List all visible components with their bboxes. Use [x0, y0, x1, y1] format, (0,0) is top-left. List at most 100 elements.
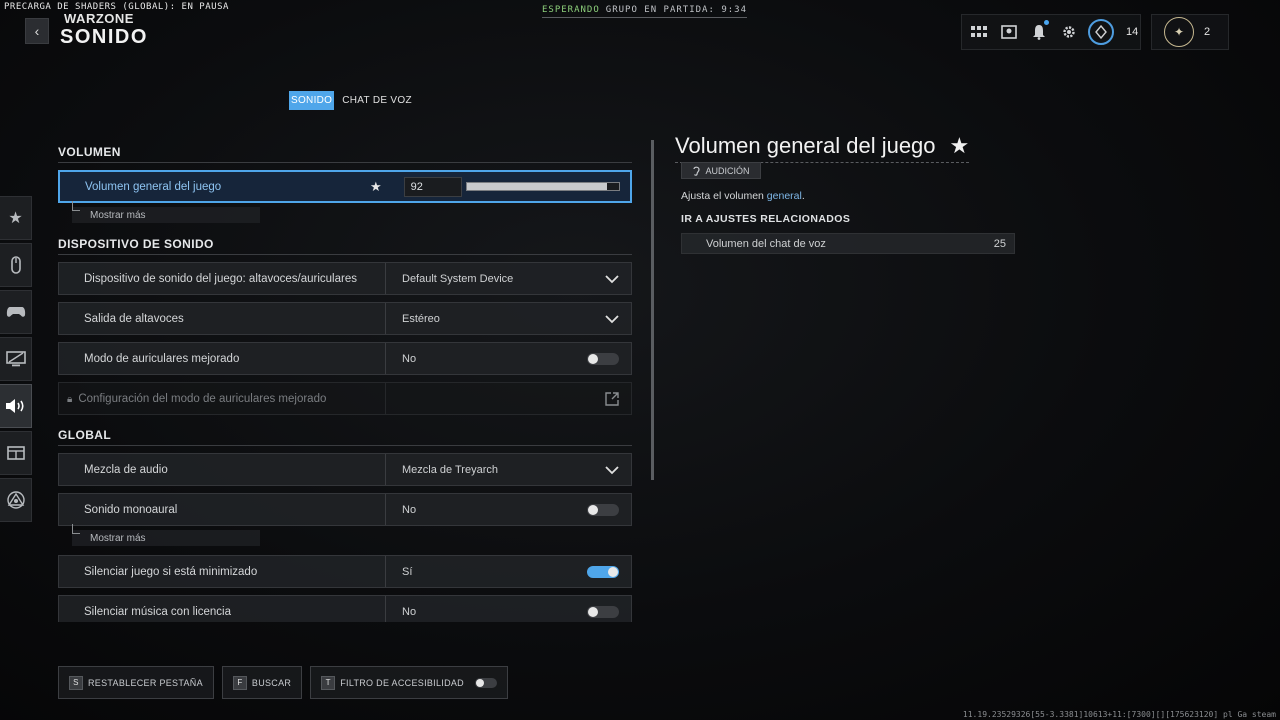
setting-label: Volumen general del juego: [85, 180, 222, 193]
setting-dropdown[interactable]: Estéreo: [385, 303, 631, 334]
setting-dropdown[interactable]: Default System Device: [385, 263, 631, 294]
show-more-global[interactable]: Mostrar más: [72, 524, 260, 546]
setting-mono-sound[interactable]: Sonido monoaural No: [58, 493, 632, 526]
toggle-switch[interactable]: [587, 503, 619, 516]
prestige-badge[interactable]: ✦ 2: [1151, 14, 1229, 50]
detail-description-text: Ajusta el volumen: [681, 190, 767, 202]
setting-label: Sonido monoaural: [84, 503, 178, 516]
setting-value: Estéreo: [402, 312, 440, 325]
gamepad-icon: [6, 307, 25, 317]
favorite-star-icon[interactable]: ★: [370, 179, 382, 195]
settings-category-rail: ★: [0, 196, 32, 525]
social-icon[interactable]: [998, 21, 1020, 43]
detail-title-text: Volumen general del juego: [675, 133, 936, 158]
keybind-key: F: [232, 675, 247, 690]
rail-network[interactable]: [0, 478, 32, 522]
external-link-icon: [605, 391, 619, 406]
detail-description: Ajusta el volumen general.: [681, 190, 805, 202]
keybind-key: S: [69, 675, 83, 690]
rail-favorites[interactable]: ★: [0, 196, 32, 240]
tree-corner-icon: [72, 524, 80, 534]
setting-label-text: Configuración del modo de auriculares me…: [78, 392, 327, 405]
setting-dropdown[interactable]: Mezcla de Treyarch: [385, 454, 631, 485]
related-setting-value: 25: [993, 237, 1006, 250]
ear-icon: [693, 166, 701, 176]
monitor-icon: [5, 351, 26, 367]
reset-tab-button[interactable]: S RESTABLECER PESTAÑA: [58, 666, 214, 699]
show-more-label: Mostrar más: [90, 209, 146, 221]
rank-icon: [1095, 25, 1107, 39]
setting-label: 🔒︎ Configuración del modo de auriculares …: [59, 393, 385, 405]
setting-value: No: [402, 503, 417, 516]
toggle-switch[interactable]: [587, 565, 619, 578]
volume-slider[interactable]: [466, 182, 620, 191]
mouse-icon: [10, 256, 21, 274]
notification-dot: [1044, 20, 1049, 25]
related-setting-label: Volumen del chat de voz: [706, 237, 826, 250]
party-group: GRUPO EN PARTIDA: 9:34: [605, 5, 747, 15]
setting-headphone-mode[interactable]: Modo de auriculares mejorado No: [58, 342, 632, 375]
gear-icon[interactable]: [1058, 21, 1080, 43]
setting-master-volume[interactable]: Volumen general del juego ★ 92: [58, 170, 632, 203]
section-heading-volume: VOLUMEN: [58, 145, 632, 163]
detail-tag-label: AUDICIÓN: [705, 165, 750, 176]
rail-mouse-keyboard[interactable]: [0, 243, 32, 287]
lock-icon: 🔒︎: [67, 393, 73, 405]
setting-mute-licensed-music[interactable]: Silenciar música con licencia No: [58, 595, 632, 622]
settings-list: VOLUMEN Volumen general del juego ★ 92 M…: [58, 140, 632, 622]
setting-toggle-cell[interactable]: No: [385, 343, 631, 374]
rail-audio[interactable]: [0, 384, 32, 428]
search-label: BUSCAR: [251, 677, 292, 688]
detail-description-highlight: general: [766, 190, 802, 202]
interface-icon: [6, 446, 25, 460]
accessibility-filter-label: FILTRO DE ACCESIBILIDAD: [340, 677, 464, 688]
rail-controller[interactable]: [0, 290, 32, 334]
chevron-down-icon: [605, 465, 619, 474]
setting-speaker-output[interactable]: Salida de altavoces Estéreo: [58, 302, 632, 335]
accessibility-filter-button[interactable]: T FILTRO DE ACCESIBILIDAD: [310, 666, 508, 699]
related-setting-voice-chat-volume[interactable]: Volumen del chat de voz 25: [681, 233, 1015, 254]
detail-description-end: .: [801, 190, 805, 202]
setting-label: Silenciar música con licencia: [84, 605, 232, 618]
search-button[interactable]: F BUSCAR: [221, 666, 303, 699]
level-badge[interactable]: [1088, 19, 1114, 45]
tab-sound[interactable]: SONIDO: [289, 91, 335, 110]
toggle-switch[interactable]: [474, 677, 497, 688]
setting-toggle-cell[interactable]: Sí: [385, 556, 631, 587]
notification-bell-icon[interactable]: [1028, 20, 1050, 43]
related-settings-heading: IR A AJUSTES RELACIONADOS: [681, 213, 851, 225]
tree-corner-icon: [72, 201, 80, 211]
page-title: SONIDO: [60, 26, 148, 48]
setting-toggle-cell[interactable]: No: [385, 596, 631, 622]
setting-label: Salida de altavoces: [84, 312, 184, 325]
setting-audio-mix[interactable]: Mezcla de audio Mezcla de Treyarch: [58, 453, 632, 486]
star-icon: ★: [949, 133, 970, 158]
setting-value: No: [402, 605, 417, 618]
setting-label: Modo de auriculares mejorado: [84, 352, 240, 365]
rail-graphics[interactable]: [0, 337, 32, 381]
setting-label: Dispositivo de sonido del juego: altavoc…: [84, 272, 357, 285]
detail-tag: AUDICIÓN: [681, 162, 761, 179]
show-more-volume[interactable]: Mostrar más: [72, 201, 260, 223]
setting-value: Sí: [402, 565, 413, 578]
back-button[interactable]: ‹: [25, 18, 49, 44]
setting-toggle-cell[interactable]: No: [385, 494, 631, 525]
keybind-key: T: [321, 675, 336, 690]
top-icon-bar: 14: [961, 14, 1141, 50]
tab-voice-chat[interactable]: CHAT DE VOZ: [340, 91, 414, 110]
reset-tab-label: RESTABLECER PESTAÑA: [88, 677, 203, 688]
toggle-switch[interactable]: [587, 352, 619, 365]
settings-scrollbar[interactable]: [651, 140, 654, 480]
grid-menu-icon[interactable]: [968, 21, 990, 43]
setting-mute-minimized[interactable]: Silenciar juego si está minimizado Sí: [58, 555, 632, 588]
level-number: 14: [1126, 26, 1139, 38]
setting-sound-device[interactable]: Dispositivo de sonido del juego: altavoc…: [58, 262, 632, 295]
speaker-icon: [5, 399, 24, 413]
volume-value-input[interactable]: 92: [403, 176, 462, 197]
volume-slider-fill: [467, 183, 607, 190]
toggle-switch[interactable]: [587, 605, 619, 618]
setting-value-cell: [385, 383, 631, 414]
setting-value: Mezcla de Treyarch: [402, 463, 498, 476]
network-icon: [6, 491, 25, 509]
rail-interface[interactable]: [0, 431, 32, 475]
